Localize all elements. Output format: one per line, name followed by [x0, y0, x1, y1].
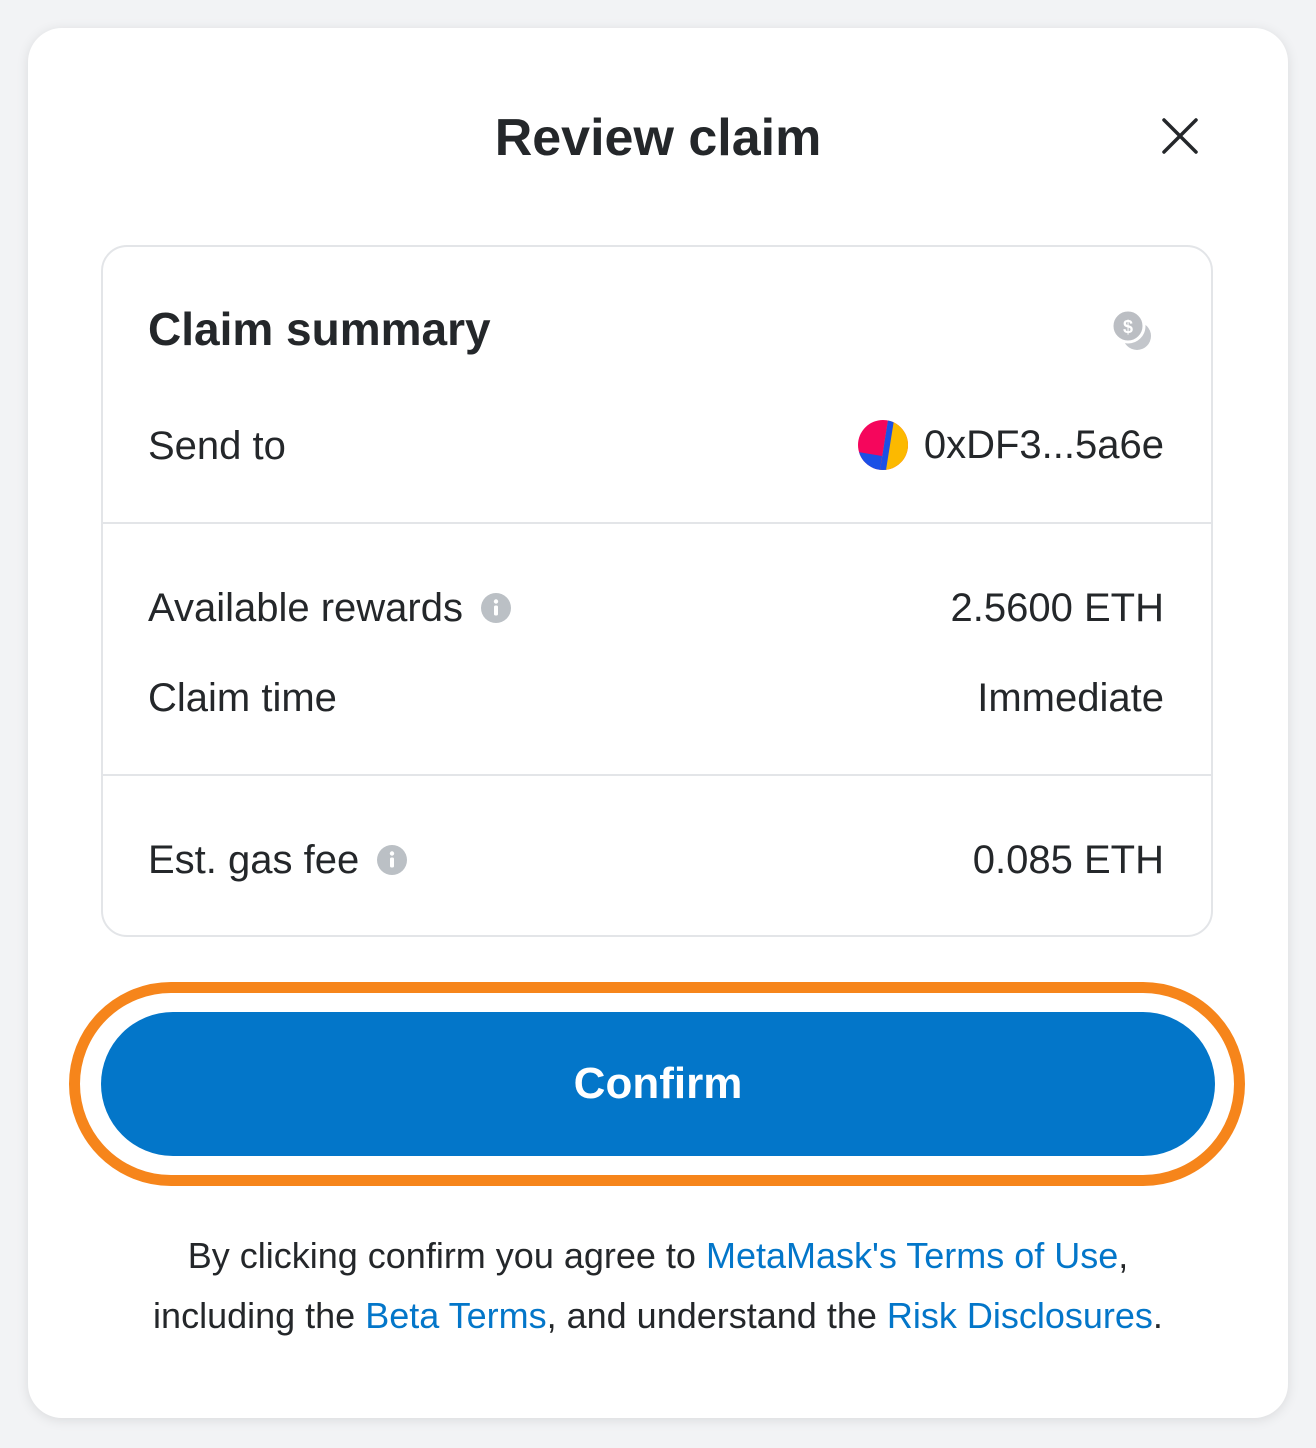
account-avatar-icon — [857, 420, 908, 470]
claim-summary-title: Claim summary — [148, 303, 491, 355]
coins-icon: $ — [1110, 308, 1151, 350]
modal-title: Review claim — [494, 109, 822, 167]
gas-fee-value: 0.085 ETH — [972, 838, 1164, 882]
legal-text: including the — [153, 1295, 366, 1336]
terms-of-use-link[interactable]: MetaMask's Terms of Use — [706, 1235, 1118, 1276]
claim-time-value: Immediate — [977, 676, 1164, 720]
risk-disclosures-link[interactable]: Risk Disclosures — [887, 1295, 1153, 1336]
close-button[interactable] — [1152, 108, 1208, 164]
gas-fee-label: Est. gas fee — [148, 836, 408, 884]
available-rewards-text: Available rewards — [148, 586, 463, 630]
send-to-label: Send to — [148, 424, 286, 468]
legal-text: , — [1118, 1235, 1129, 1276]
divider — [103, 774, 1211, 776]
info-icon[interactable] — [480, 593, 511, 623]
send-to-value[interactable]: 0xDF3...5a6e — [857, 420, 1164, 470]
confirm-button[interactable]: Confirm — [101, 1012, 1215, 1156]
close-icon — [1162, 118, 1198, 154]
beta-terms-link[interactable]: Beta Terms — [365, 1295, 546, 1336]
svg-text:$: $ — [1123, 317, 1133, 337]
legal-text: By clicking confirm you agree to — [187, 1235, 706, 1276]
divider — [103, 522, 1211, 524]
available-rewards-value: 2.5600 ETH — [950, 586, 1164, 630]
legal-text: . — [1152, 1295, 1163, 1336]
send-to-address: 0xDF3...5a6e — [923, 423, 1164, 467]
gas-fee-text: Est. gas fee — [148, 838, 360, 882]
legal-disclaimer: By clicking confirm you agree to MetaMas… — [60, 1226, 1256, 1346]
claim-time-label: Claim time — [148, 676, 337, 720]
info-icon[interactable] — [377, 845, 408, 875]
legal-text: , and understand the — [546, 1295, 887, 1336]
available-rewards-label: Available rewards — [148, 584, 511, 632]
